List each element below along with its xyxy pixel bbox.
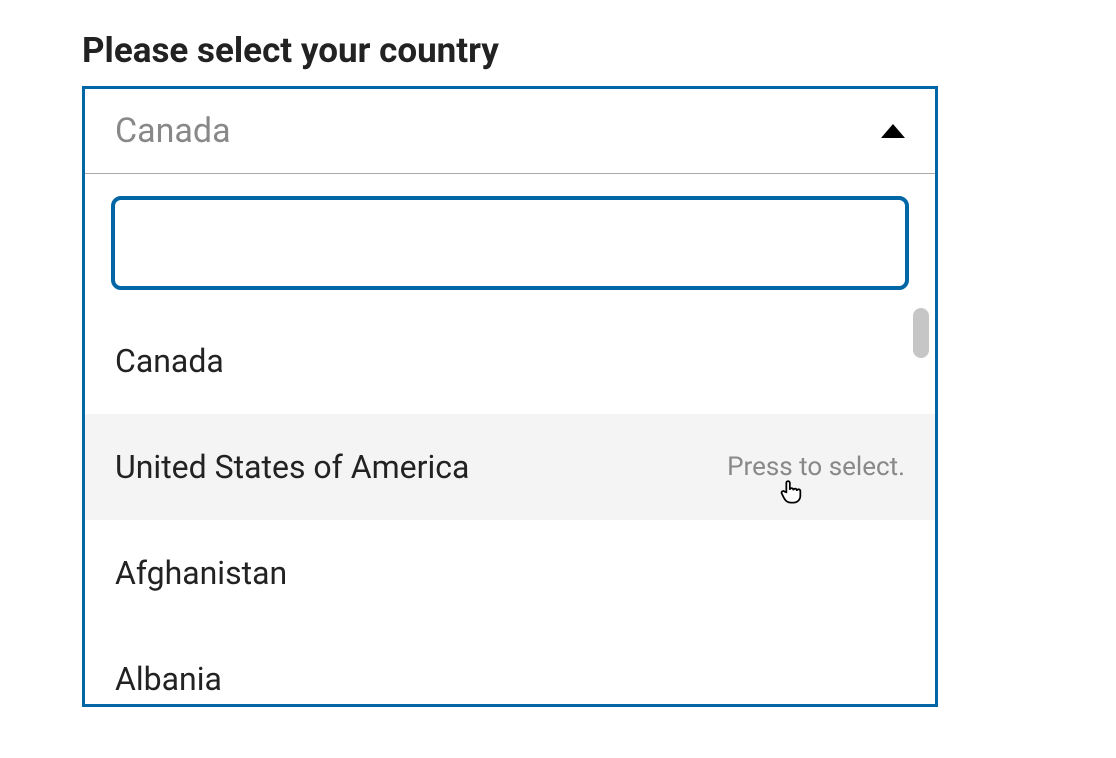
option-label: Albania [115,660,222,698]
chevron-up-icon [881,124,905,138]
option-afghanistan[interactable]: Afghanistan [85,520,935,626]
option-canada[interactable]: Canada [85,308,935,414]
pointer-cursor-icon [777,477,805,512]
country-dropdown: Canada Canada United States of America P… [82,86,938,707]
option-label: Canada [115,342,224,380]
search-area [85,174,935,308]
scrollbar-track[interactable] [913,308,929,704]
options-list: Canada United States of America Press to… [85,308,935,704]
option-label: Afghanistan [115,554,287,592]
search-input[interactable] [111,196,909,290]
option-albania[interactable]: Albania [85,626,935,704]
field-label: Please select your country [82,30,1116,71]
option-label: United States of America [115,448,469,486]
scrollbar-thumb[interactable] [913,308,929,358]
hint-text: Press to select. [727,452,905,482]
options-wrapper: Canada United States of America Press to… [85,308,935,704]
option-united-states[interactable]: United States of America Press to select… [85,414,935,520]
dropdown-selected-value: Canada [115,111,231,151]
dropdown-header[interactable]: Canada [85,89,935,174]
